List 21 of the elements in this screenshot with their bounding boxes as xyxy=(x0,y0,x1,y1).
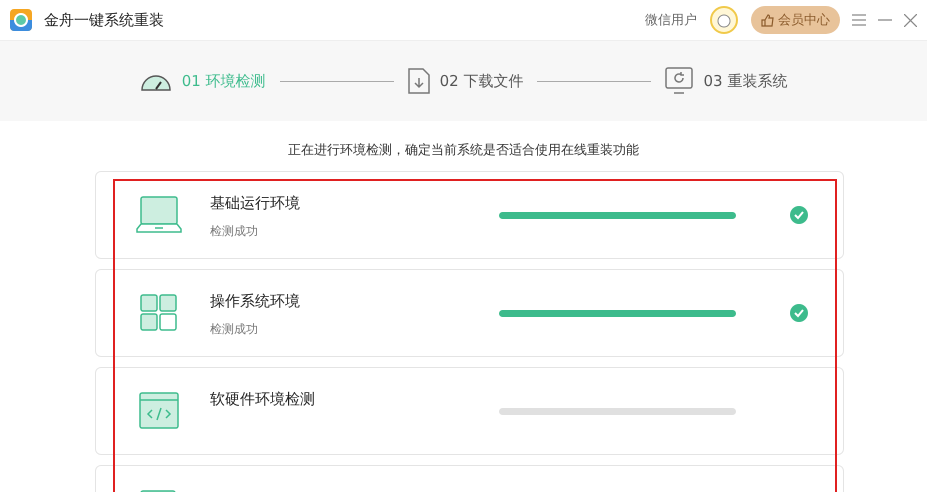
laptop-icon xyxy=(136,196,182,234)
thumbs-up-icon xyxy=(761,14,774,26)
check-title: 操作系统环境 xyxy=(210,292,301,311)
step-label: 01 环境检测 xyxy=(182,72,266,90)
app-logo-icon xyxy=(10,9,32,31)
step-label: 03 重装系统 xyxy=(703,72,788,90)
download-icon xyxy=(408,68,430,94)
check-title: 基础运行环境 xyxy=(210,194,301,213)
check-title: 软硬件环境检测 xyxy=(210,390,316,409)
window-title: 金舟一键系统重装 xyxy=(44,10,165,30)
minimize-icon[interactable] xyxy=(878,19,892,21)
user-name: 微信用户 xyxy=(645,12,697,29)
step-label: 02 下载文件 xyxy=(440,72,524,90)
avatar-icon[interactable] xyxy=(709,5,739,35)
check-result: 检测成功 xyxy=(210,223,259,240)
status-text: 正在进行环境检测，确定当前系统是否适合使用在线重装功能 xyxy=(287,142,640,159)
menu-icon[interactable] xyxy=(852,14,866,26)
vip-center-button[interactable]: 会员中心 xyxy=(751,6,840,34)
check-result: 检测成功 xyxy=(210,321,259,338)
monitor-refresh-icon xyxy=(665,67,694,95)
close-icon[interactable] xyxy=(904,14,917,26)
